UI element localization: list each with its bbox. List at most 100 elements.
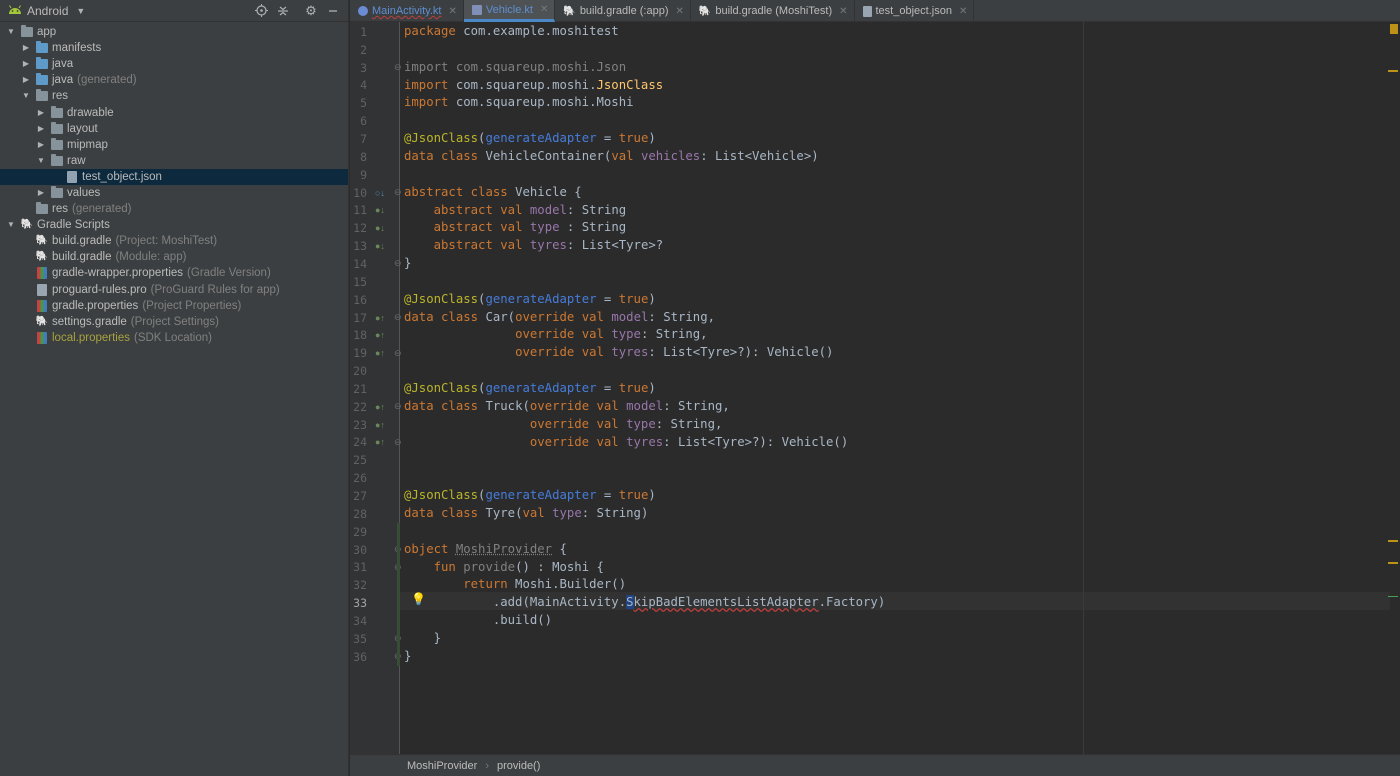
warning-marker[interactable] bbox=[1390, 24, 1398, 34]
gutter-line[interactable]: 35⊖ bbox=[350, 630, 401, 648]
code-line[interactable]: data class Tyre(val type: String) bbox=[404, 505, 648, 523]
code-line[interactable]: data class Car(override val model: Strin… bbox=[404, 309, 715, 327]
gutter-line[interactable]: 28 bbox=[350, 505, 400, 523]
code-line[interactable]: @JsonClass(generateAdapter = true) bbox=[404, 487, 656, 505]
locate-icon[interactable] bbox=[252, 2, 270, 20]
code-line[interactable]: override val tyres: List<Tyre>?): Vehicl… bbox=[404, 434, 848, 452]
fold-icon[interactable]: ⊖ bbox=[394, 401, 402, 412]
gutter-line[interactable]: 30⊖ bbox=[350, 541, 401, 559]
project-view-selector[interactable]: Android ▼ bbox=[8, 4, 85, 18]
gutter-line[interactable]: 32 bbox=[350, 576, 400, 594]
expanded-arrow-icon[interactable]: ▼ bbox=[21, 91, 31, 101]
collapsed-arrow-icon[interactable]: ▶ bbox=[21, 43, 31, 53]
code-line[interactable]: abstract val tyres: List<Tyre>? bbox=[404, 237, 664, 255]
gutter-line[interactable]: 10 ○↓ ⊖ bbox=[350, 184, 402, 202]
overrides-icon[interactable]: ●↑ bbox=[375, 330, 385, 340]
breadcrumb-item-object[interactable]: MoshiProvider bbox=[407, 760, 477, 772]
tree-item[interactable]: ▼ 🐘 Gradle Scripts bbox=[0, 217, 348, 233]
collapsed-arrow-icon[interactable]: ▶ bbox=[36, 188, 46, 198]
editor-gutter[interactable]: 1 2 3 ⊖ 4 5 6 7 8 9 10 ○↓ ⊖ 11 ●↓ 12 ●↓ 13 ●↓ 14 ⊖ 15 16 17 ●↑ ⊖ 1… bbox=[350, 22, 402, 754]
gutter-line[interactable]: 3 ⊖ bbox=[350, 59, 402, 77]
close-icon[interactable]: ✕ bbox=[959, 6, 967, 17]
tree-item[interactable]: ▶ values bbox=[0, 185, 348, 201]
gutter-line[interactable]: 16 bbox=[350, 291, 400, 309]
code-line[interactable]: } bbox=[404, 648, 411, 666]
overrides-icon[interactable]: ●↑ bbox=[375, 313, 385, 323]
gutter-line[interactable]: 36⊖ bbox=[350, 648, 401, 666]
code-line[interactable]: package com.example.moshitest bbox=[404, 23, 619, 41]
gutter-line[interactable]: 34 bbox=[350, 612, 400, 630]
code-editor[interactable]: 1 2 3 ⊖ 4 5 6 7 8 9 10 ○↓ ⊖ 11 ●↓ 12 ●↓ 13 ●↓ 14 ⊖ 15 16 17 ●↑ ⊖ 1… bbox=[350, 22, 1400, 754]
code-line[interactable]: abstract val type : String bbox=[404, 219, 627, 237]
overrides-icon[interactable]: ●↑ bbox=[375, 437, 385, 447]
editor-tab[interactable]: MainActivity.kt ✕ bbox=[350, 0, 464, 22]
code-line[interactable]: } bbox=[404, 255, 411, 273]
gutter-line[interactable]: 29 bbox=[350, 523, 400, 541]
code-line[interactable]: .build() bbox=[404, 612, 552, 630]
code-line[interactable]: override val tyres: List<Tyre>?): Vehicl… bbox=[404, 344, 833, 362]
close-icon[interactable]: ✕ bbox=[675, 6, 683, 17]
gutter-line[interactable]: 6 bbox=[350, 112, 400, 130]
overrides-icon[interactable]: ●↑ bbox=[375, 402, 385, 412]
gutter-line[interactable]: 33 bbox=[350, 594, 400, 612]
tree-item[interactable]: ▶ drawable bbox=[0, 104, 348, 120]
fold-icon[interactable]: ⊖ bbox=[394, 437, 402, 448]
tree-item[interactable]: 🐘 settings.gradle (Project Settings) bbox=[0, 314, 348, 330]
error-stripe[interactable] bbox=[1386, 22, 1400, 754]
implemented-icon[interactable]: ○↓ bbox=[375, 188, 385, 198]
gutter-line[interactable]: 9 bbox=[350, 166, 400, 184]
warning-marker[interactable] bbox=[1388, 540, 1398, 542]
collapsed-arrow-icon[interactable]: ▶ bbox=[36, 140, 46, 150]
fold-icon[interactable]: ⊖ bbox=[394, 348, 402, 359]
expanded-arrow-icon[interactable]: ▼ bbox=[6, 220, 16, 230]
code-line[interactable]: } bbox=[404, 630, 441, 648]
editor-tab[interactable]: 🐘 build.gradle (MoshiTest) ✕ bbox=[691, 0, 855, 22]
warning-marker[interactable] bbox=[1388, 562, 1398, 564]
gutter-line[interactable]: 1 bbox=[350, 23, 400, 41]
code-line[interactable]: @JsonClass(generateAdapter = true) bbox=[404, 380, 656, 398]
editor-tab[interactable]: Vehicle.kt ✕ bbox=[463, 0, 556, 22]
gutter-line[interactable]: 26 bbox=[350, 469, 400, 487]
code-line[interactable]: @JsonClass(generateAdapter = true) bbox=[404, 130, 656, 148]
overrides-icon[interactable]: ●↓ bbox=[375, 205, 385, 215]
change-marker[interactable] bbox=[397, 522, 400, 666]
code-line[interactable]: data class VehicleContainer(val vehicles… bbox=[404, 148, 819, 166]
overrides-icon[interactable]: ●↓ bbox=[375, 241, 385, 251]
tree-item[interactable]: 🐘 build.gradle (Module: app) bbox=[0, 249, 348, 265]
tree-item[interactable]: res (generated) bbox=[0, 201, 348, 217]
tree-item[interactable]: ▼ app bbox=[0, 24, 348, 40]
gutter-line[interactable]: 21 bbox=[350, 380, 400, 398]
fold-icon[interactable]: ⊖ bbox=[394, 258, 402, 269]
gutter-line[interactable]: 27 bbox=[350, 487, 400, 505]
collapsed-arrow-icon[interactable]: ▶ bbox=[36, 108, 46, 118]
code-line[interactable]: .add(MainActivity.SkipBadElementsListAda… bbox=[404, 594, 885, 612]
code-line[interactable]: @JsonClass(generateAdapter = true) bbox=[404, 291, 656, 309]
gutter-line[interactable]: 24 ●↑ ⊖ bbox=[350, 434, 402, 452]
gutter-line[interactable]: 7 bbox=[350, 130, 400, 148]
collapsed-arrow-icon[interactable]: ▶ bbox=[36, 124, 46, 134]
gutter-line[interactable]: 19 ●↑ ⊖ bbox=[350, 344, 402, 362]
code-line[interactable]: fun provide() : Moshi { bbox=[404, 559, 604, 577]
code-line[interactable]: abstract class Vehicle { bbox=[404, 184, 582, 202]
code-line[interactable]: import com.squareup.moshi.Json bbox=[404, 59, 626, 77]
tree-item[interactable]: 🐘 build.gradle (Project: MoshiTest) bbox=[0, 233, 348, 249]
gutter-line[interactable]: 22 ●↑ ⊖ bbox=[350, 398, 402, 416]
tree-item[interactable]: ▶ manifests bbox=[0, 40, 348, 56]
fold-icon[interactable]: ⊖ bbox=[394, 62, 402, 73]
gutter-line[interactable]: 17 ●↑ ⊖ bbox=[350, 309, 401, 327]
tree-item[interactable]: test_object.json bbox=[0, 168, 348, 185]
code-line[interactable]: import com.squareup.moshi.Moshi bbox=[404, 94, 634, 112]
gutter-line[interactable]: 5 bbox=[350, 94, 400, 112]
gutter-line[interactable]: 25 bbox=[350, 451, 400, 469]
gutter-line[interactable]: 13 ●↓ bbox=[350, 237, 400, 255]
gutter-line[interactable]: 23 ●↑ bbox=[350, 416, 400, 434]
lightbulb-icon[interactable]: 💡 bbox=[411, 592, 426, 606]
fold-icon[interactable]: ⊖ bbox=[394, 187, 402, 198]
change-marker[interactable] bbox=[1388, 596, 1398, 597]
gear-icon[interactable]: ⚙ bbox=[302, 2, 320, 20]
collapsed-arrow-icon[interactable]: ▶ bbox=[21, 59, 31, 69]
warning-marker[interactable] bbox=[1388, 70, 1398, 72]
tree-item[interactable]: local.properties (SDK Location) bbox=[0, 330, 348, 346]
expanded-arrow-icon[interactable]: ▼ bbox=[36, 156, 46, 166]
editor-tab[interactable]: test_object.json ✕ bbox=[855, 0, 975, 22]
